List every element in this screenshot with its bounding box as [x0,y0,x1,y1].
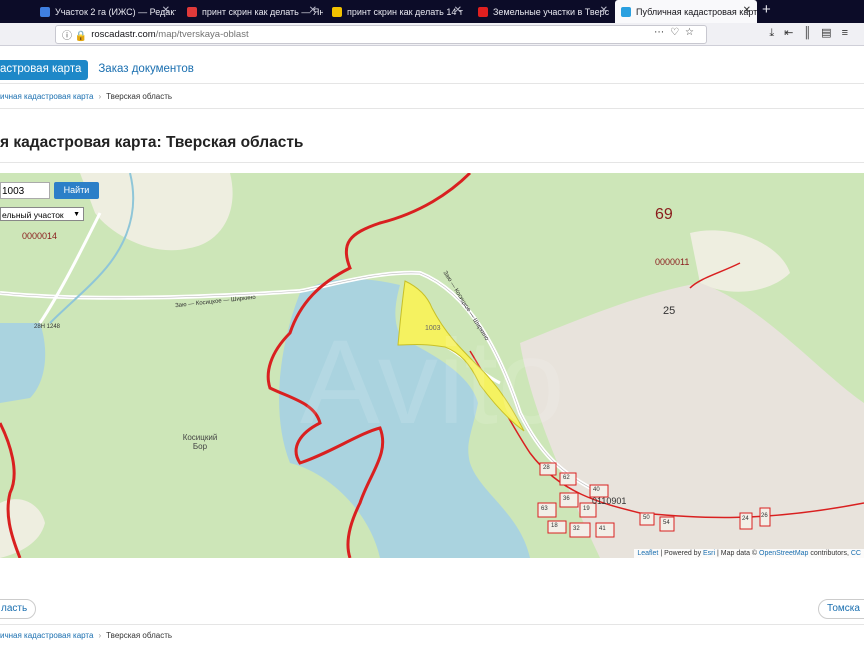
close-icon[interactable]: ✕ [162,5,170,16]
browser-tab-2[interactable]: принт скрин как делать — Ян ✕ [181,0,323,23]
quarter-label: 25 [663,305,676,317]
map-icon [621,6,631,17]
tab-title: принт скрин как делать — Ян [202,6,323,17]
attribution-text: | Powered by [658,550,704,557]
cadastral-map[interactable]: Avito 1003 Найти ельный участок ▼ 69 000… [0,173,864,558]
block-label: 0000011 [655,257,690,267]
url-path: /map/tverskaya-oblast [155,29,249,40]
tab-title: принт скрин как делать 14 т [347,6,463,17]
block-label: 0110901 [592,496,627,506]
avito-icon [478,6,488,17]
breadcrumb: ичная кадастровая карта › Тверская область [0,92,172,101]
divider [0,624,864,625]
breadcrumb-link[interactable]: ичная кадастровая карта [0,92,93,101]
divider [0,108,864,109]
map-attribution: Leaflet | Powered by Esri | Map data © O… [634,549,864,558]
breadcrumb-separator: › [98,631,102,640]
forest-label: Косицкий Бор [182,433,218,451]
breadcrumb-link[interactable]: ичная кадастровая карта [0,631,93,640]
page-tabs: астровая карта Заказ документов [0,60,194,80]
breadcrumb-current: Тверская область [106,92,173,101]
new-tab-icon[interactable]: + [762,1,771,18]
breadcrumb-separator: › [98,92,102,101]
browser-tab-4[interactable]: Земельные участки в Тверс ✕ [472,0,614,23]
close-icon[interactable]: ✕ [309,5,317,16]
find-button[interactable]: Найти [54,182,99,199]
plot-number-label: 41 [599,526,606,532]
page-title: я кадастровая карта: Тверская область [0,134,304,151]
leaflet-link[interactable]: Leaflet [637,550,658,557]
plot-number-label: 62 [563,475,570,481]
object-type-value: ельный участок [2,210,64,220]
lake-water [0,323,46,403]
next-region-button[interactable]: Томска [818,599,864,619]
url-bar[interactable]: ⓘ 🔒 roscadastr.com/map/tverskaya-oblast … [55,25,707,44]
plot-label: 1003 [425,325,441,332]
object-type-select[interactable]: ельный участок ▼ [0,207,84,221]
attribution-text: contributors, [808,550,851,557]
attribution-text: | Map data © [715,550,760,557]
plot-number-label: 28 [543,465,550,471]
folder-icon [332,6,342,17]
close-icon[interactable]: ✕ [600,5,608,16]
block-label: 0000014 [22,231,58,241]
field-area [80,173,233,251]
chevron-down-icon: ▼ [73,211,80,218]
footer-breadcrumb: ичная кадастровая карта › Тверская область [0,631,172,640]
breadcrumb-current: Тверская область [106,631,173,640]
page-actions-icon[interactable]: ⋯♡☆ [654,27,700,38]
grid-icon [40,6,50,17]
browser-tab-3[interactable]: принт скрин как делать 14 т ✕ [326,0,468,23]
cc-link[interactable]: CC [851,550,861,557]
watermark: Avito [300,315,565,449]
plot-number-label: 36 [563,496,570,502]
plot-number-label: 24 [742,516,749,522]
map-canvas[interactable]: Avito [0,173,864,558]
tab-cadastral-map[interactable]: астровая карта [0,60,89,80]
plot-number-label: 32 [573,526,580,532]
yandex-icon [187,6,197,17]
district-label: 69 [655,206,673,223]
tab-title: Земельные участки в Тверс [493,6,610,17]
road-code-label: 28Н 1248 [34,324,61,330]
cadastral-search-input[interactable]: 1003 [0,182,50,199]
plot-number-label: 63 [541,506,548,512]
divider [0,162,864,163]
prev-region-button[interactable]: ласть [0,599,37,619]
divider [0,83,864,84]
browser-nav-bar: ⓘ 🔒 roscadastr.com/map/tverskaya-oblast … [0,23,864,46]
plot-number-label: 54 [663,520,670,526]
close-icon[interactable]: ✕ [743,5,751,16]
browser-tab-active[interactable]: Публичная кадастровая карт ✕ [615,0,757,23]
browser-tab-1[interactable]: Участок 2 га (ИЖС) — Редакт ✕ [34,0,176,23]
osm-link[interactable]: OpenStreetMap [759,550,808,557]
tab-order-documents[interactable]: Заказ документов [88,60,194,80]
road-line [38,212,102,324]
browser-tab-bar: Участок 2 га (ИЖС) — Редакт ✕ принт скри… [0,0,864,23]
plot-number-label: 19 [583,506,590,512]
close-icon[interactable]: ✕ [454,5,462,16]
tab-title: Участок 2 га (ИЖС) — Редакт [55,6,176,17]
plot-number-label: 40 [593,487,600,493]
plot-number-label: 26 [761,513,768,519]
plot-number-label: 50 [643,515,650,521]
esri-link[interactable]: Esri [703,550,715,557]
field-area [690,230,790,292]
info-icon[interactable]: ⓘ 🔒 [62,27,87,42]
plot-number-label: 18 [551,523,558,529]
tab-title: Публичная кадастровая карт [636,6,757,17]
toolbar-icons[interactable]: ⤓⇤║▤≡ [769,26,858,40]
url-host: roscadastr.com [91,29,156,40]
